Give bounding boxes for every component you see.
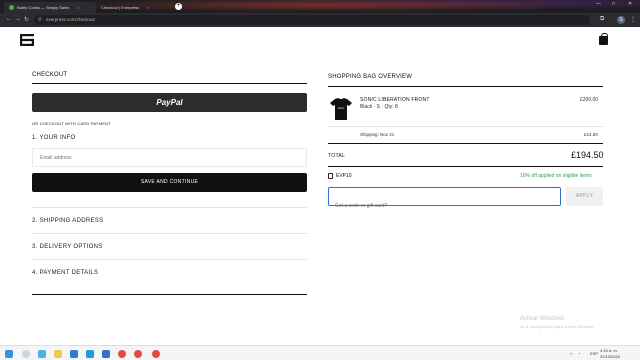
promo-note: 10% off applied on eligible items (520, 173, 592, 179)
search-icon[interactable] (22, 350, 30, 358)
close-icon[interactable]: × (147, 5, 149, 10)
browser-toolbar: ← → ↻ ⚲ everpress.com/checkout ⧉ S ⋮ (0, 13, 640, 27)
tab-favicon-icon (9, 5, 14, 10)
url-text: everpress.com/checkout (46, 17, 95, 22)
gift-card-field[interactable] (328, 187, 561, 209)
app-icon[interactable] (86, 350, 94, 358)
divider (32, 233, 307, 234)
clock-time[interactable]: 4:15 a. m. (600, 348, 618, 353)
close-icon[interactable]: × (77, 5, 79, 10)
tray-chevron-icon[interactable]: ˄ (570, 351, 572, 356)
tab-title: Notify Codes — Simply Sales (17, 5, 70, 10)
divider (328, 126, 603, 127)
profile-avatar[interactable]: S (617, 16, 625, 24)
tab-title: Checkout | Everpress (101, 5, 140, 10)
reload-icon[interactable]: ↻ (24, 16, 29, 23)
divider (32, 294, 307, 295)
checkout-heading: CHECKOUT (32, 72, 68, 78)
product-price: £200.00 (580, 97, 599, 103)
card-payment-label: OR CHECKOUT WITH CARD PAYMENT (32, 121, 111, 126)
email-input[interactable] (40, 155, 299, 161)
divider (328, 86, 603, 87)
chrome-icon[interactable] (152, 350, 160, 358)
activation-watermark-subtitle: Ve a Configuración para activar Windows. (520, 324, 595, 329)
maximize-icon[interactable]: □ (612, 1, 615, 7)
svg-text:Sonic: Sonic (338, 106, 345, 110)
shopping-bag-icon[interactable] (599, 33, 608, 45)
divider (32, 207, 307, 208)
language-indicator[interactable]: ESP (590, 351, 598, 356)
new-tab-icon[interactable]: + (175, 3, 182, 10)
taskbar: ˄ ◔ ESP 4:15 a. m. 22/10/2024 (0, 345, 640, 360)
divider (328, 166, 603, 167)
minimize-icon[interactable]: — (596, 1, 601, 7)
product-image: Sonic (330, 98, 352, 120)
chrome-icon[interactable] (134, 350, 142, 358)
divider (32, 83, 307, 84)
activation-watermark-title: Activar Windows (520, 316, 565, 322)
word-icon[interactable] (102, 350, 110, 358)
save-and-continue-button[interactable]: SAVE AND CONTINUE (32, 173, 307, 192)
everpress-logo[interactable] (20, 34, 34, 46)
network-icon[interactable]: ◔ (578, 351, 580, 356)
total-value: £194.50 (571, 150, 604, 160)
browser-tab[interactable]: Notify Codes — Simply Sales × (4, 2, 96, 13)
product-name[interactable]: SONIC LIBERATION FRONT (360, 97, 430, 103)
file-explorer-icon[interactable] (54, 350, 62, 358)
tag-icon (328, 173, 333, 179)
back-icon[interactable]: ← (6, 16, 12, 22)
shopping-bag-heading: SHOPPING BAG OVERVIEW (328, 74, 413, 80)
payment-details-section[interactable]: 4. PAYMENT DETAILS (32, 270, 98, 276)
shipping-price: £14.50 (584, 132, 598, 137)
apply-button[interactable]: APPLY (566, 187, 603, 206)
total-label: TOTAL (328, 153, 346, 159)
your-info-heading: 1. YOUR INFO (32, 135, 76, 141)
paypal-button[interactable]: PayPal (32, 93, 307, 112)
clock-date[interactable]: 22/10/2024 (600, 354, 620, 359)
extensions-icon[interactable]: ⧉ (600, 16, 604, 23)
menu-icon[interactable]: ⋮ (630, 16, 636, 23)
forward-icon[interactable]: → (15, 16, 21, 22)
shipping-address-section[interactable]: 2. SHIPPING ADDRESS (32, 218, 103, 224)
windows-start-icon[interactable] (5, 350, 13, 358)
close-window-icon[interactable]: ✕ (628, 1, 632, 7)
edge-icon[interactable] (38, 350, 46, 358)
address-bar[interactable]: ⚲ everpress.com/checkout (34, 15, 590, 25)
delivery-options-section[interactable]: 3. DELIVERY OPTIONS (32, 244, 103, 250)
store-icon[interactable] (70, 350, 78, 358)
applied-code: EVP10 (336, 173, 352, 179)
site-info-icon[interactable]: ⚲ (38, 17, 42, 23)
divider (328, 143, 603, 144)
browser-tabbar: Notify Codes — Simply Sales × Checkout |… (0, 0, 640, 13)
chrome-icon[interactable] (118, 350, 126, 358)
browser-tab[interactable]: Checkout | Everpress × (96, 2, 174, 13)
shipping-label: Shipping: Nov 21 (360, 132, 395, 137)
product-meta: Black · S · Qty: 8 (360, 104, 398, 110)
email-field[interactable] (32, 148, 307, 167)
gift-card-input[interactable] (335, 203, 554, 209)
divider (32, 259, 307, 260)
